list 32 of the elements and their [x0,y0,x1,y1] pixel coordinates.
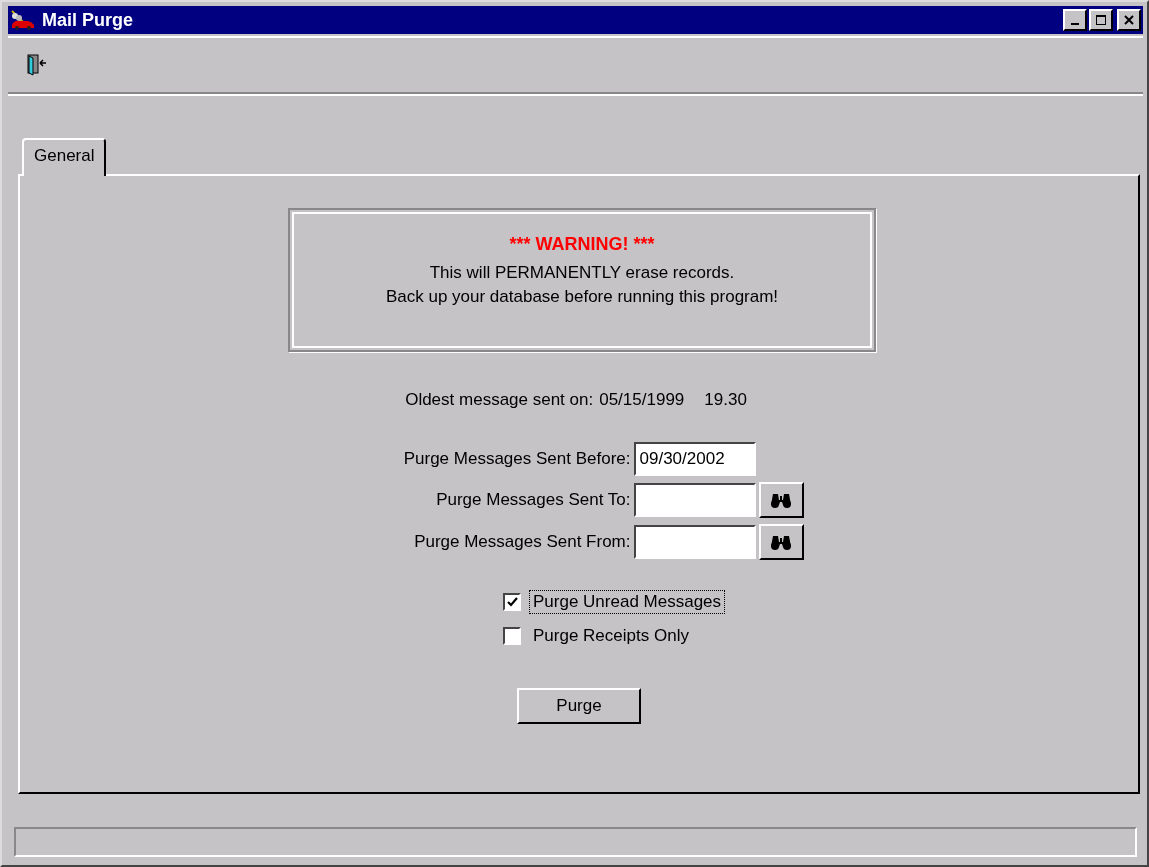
maximize-icon [1094,14,1108,26]
text-field[interactable] [633,525,756,559]
close-icon [1122,14,1136,26]
window-title: Mail Purge [42,9,134,31]
binoculars-button[interactable] [758,524,804,560]
close-button[interactable] [1117,9,1141,31]
exit-door-icon[interactable] [26,53,48,77]
minimize-icon [1071,23,1079,25]
oldest-message-date: 05/15/1999 [599,390,685,410]
field-label: Purge Messages Sent Before: [402,449,631,469]
field-label: Purge Messages Sent To: [435,490,631,510]
binoculars-icon [770,533,792,551]
general-tab[interactable]: General [22,138,107,176]
oldest-message-label: Oldest message sent on: [405,390,594,410]
binoculars-icon [770,491,792,509]
checkbox-label[interactable]: Purge Receipts Only [529,624,693,648]
car-icon [10,9,36,31]
text-field[interactable] [633,483,756,517]
date-field[interactable]: 09/30/2002 [633,442,756,476]
checkbox-label[interactable]: Purge Unread Messages [529,590,726,614]
purge-button[interactable]: Purge [517,688,641,724]
warning-text: This will PERMANENTLY erase records. [429,263,735,283]
checkbox[interactable] [503,593,521,611]
maximize-button[interactable] [1089,9,1113,31]
field-label: Purge Messages Sent From: [413,532,631,552]
oldest-message-time: 19.30 [704,390,747,410]
checkbox[interactable] [503,627,521,645]
warning-text: Back up your database before running this program! [385,287,779,307]
check-icon [505,595,519,609]
minimize-button[interactable] [1063,9,1087,31]
warning-heading: *** WARNING! *** [509,234,655,255]
binoculars-button[interactable] [758,482,804,518]
